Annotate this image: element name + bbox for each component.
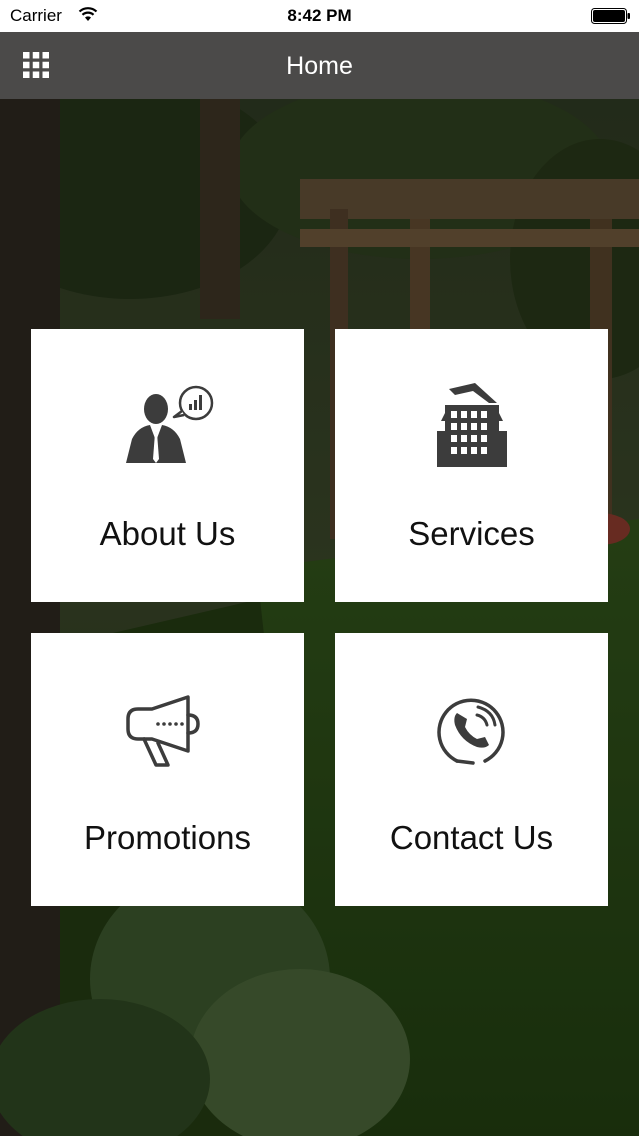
- tile-contact-us-label: Contact Us: [389, 819, 554, 856]
- navigation-bar: Home: [0, 32, 639, 99]
- tile-promotions[interactable]: Promotions: [31, 633, 304, 906]
- status-time: 8:42 PM: [287, 6, 352, 25]
- home-screen: Carrier 8:42 PM Home About Us Services P…: [0, 0, 639, 1136]
- tile-about-us[interactable]: About Us: [31, 329, 304, 602]
- battery-icon: [591, 8, 631, 29]
- megaphone-icon: [31, 685, 304, 775]
- page-title: Home: [286, 52, 353, 80]
- tile-promotions-label: Promotions: [84, 819, 251, 856]
- phone-icon: [335, 685, 608, 775]
- building-icon: [335, 381, 608, 471]
- tile-services[interactable]: Services: [335, 329, 608, 602]
- tile-contact-us[interactable]: Contact Us: [335, 633, 608, 906]
- background-dim-overlay: [0, 99, 639, 1136]
- businessman-chat-icon: [31, 381, 304, 471]
- background-image: [0, 99, 639, 1136]
- status-bar: Carrier 8:42 PM: [0, 0, 639, 32]
- tile-services-label: Services: [408, 515, 535, 552]
- tile-about-us-label: About Us: [99, 515, 236, 552]
